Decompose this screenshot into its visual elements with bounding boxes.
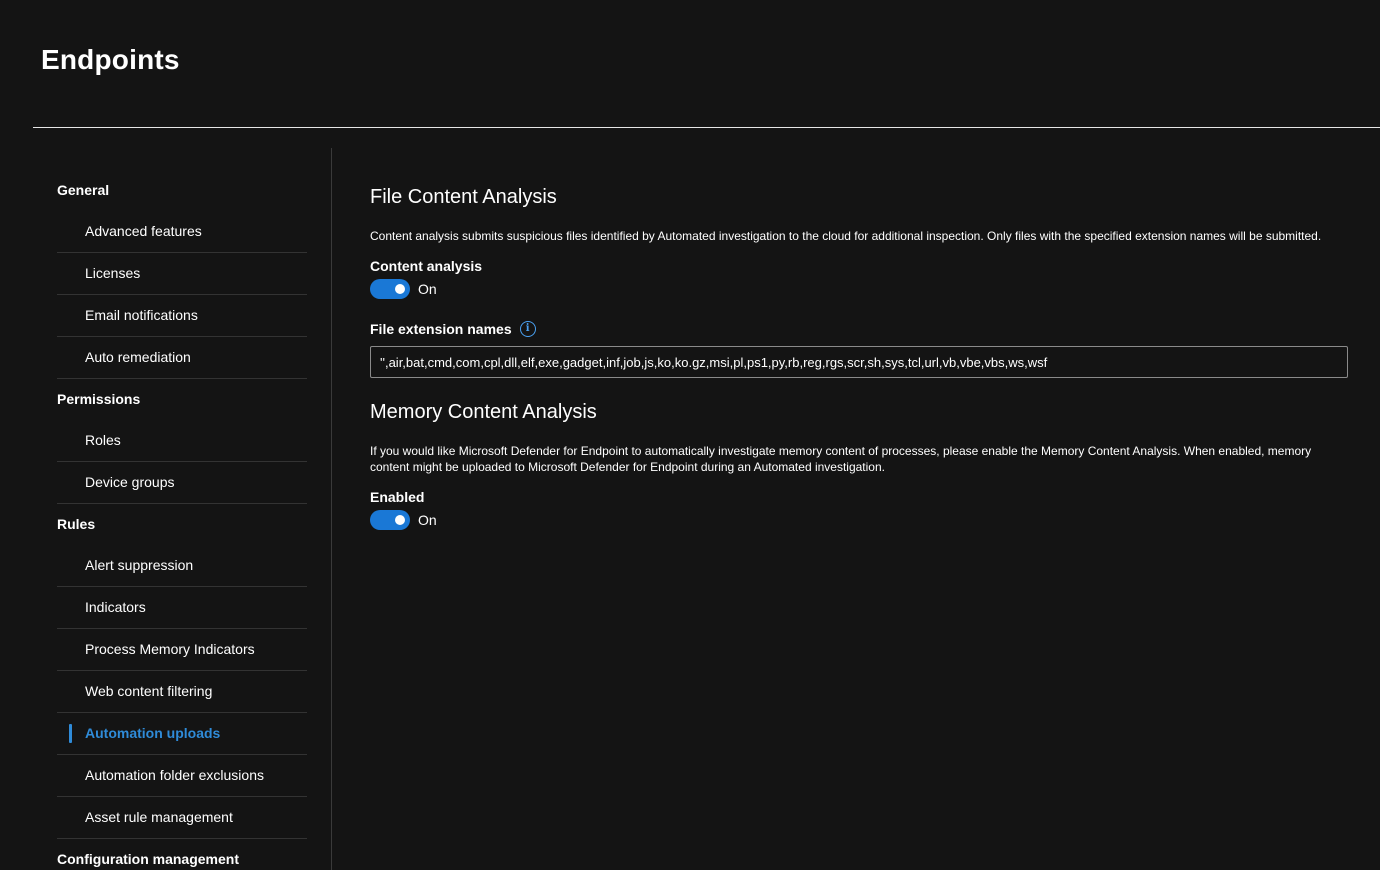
file-content-analysis-description: Content analysis submits suspicious file… — [370, 229, 1322, 243]
sidebar-item-roles[interactable]: Roles — [57, 420, 307, 462]
sidebar-item-label: Automation uploads — [85, 725, 221, 741]
toggle-knob — [395, 284, 405, 294]
content-analysis-toggle[interactable] — [370, 279, 410, 299]
nav-group-general: General — [57, 182, 110, 198]
info-icon[interactable]: i — [519, 321, 536, 337]
memory-enabled-toggle-row: On — [370, 509, 1350, 531]
sidebar-item-automation-uploads[interactable]: Automation uploads — [57, 713, 307, 755]
file-extension-names-label-row: File extension names i — [370, 320, 1350, 338]
header-divider — [33, 127, 1380, 128]
file-content-analysis-title: File Content Analysis — [370, 186, 557, 208]
memory-enabled-toggle-state: On — [418, 512, 437, 528]
sidebar-item-web-content-filtering[interactable]: Web content filtering — [57, 671, 307, 713]
content-analysis-toggle-state: On — [418, 281, 437, 297]
memory-content-analysis-title: Memory Content Analysis — [370, 401, 597, 423]
settings-page: Endpoints General Advanced features Lice… — [0, 0, 1380, 870]
sidebar-item-device-groups[interactable]: Device groups — [57, 462, 307, 504]
memory-enabled-label: Enabled — [370, 489, 425, 505]
memory-content-analysis-description: If you would like Microsoft Defender for… — [370, 444, 1312, 474]
sidebar-item-asset-rule-management[interactable]: Asset rule management — [57, 797, 307, 839]
sidebar-item-indicators[interactable]: Indicators — [57, 587, 307, 629]
sidebar-item-email-notifications[interactable]: Email notifications — [57, 295, 307, 337]
sidebar-divider — [331, 148, 332, 870]
nav-group-rules: Rules — [57, 516, 96, 532]
nav-group-configuration-management: Configuration management — [57, 851, 240, 867]
nav-group-permissions: Permissions — [57, 391, 141, 407]
sidebar-item-automation-folder-exclusions[interactable]: Automation folder exclusions — [57, 755, 307, 797]
file-extension-names-input[interactable] — [370, 346, 1348, 378]
sidebar-item-alert-suppression[interactable]: Alert suppression — [57, 545, 307, 587]
content-analysis-toggle-row: On — [370, 278, 1350, 300]
active-indicator — [69, 724, 72, 743]
toggle-knob — [395, 515, 405, 525]
main-content: File Content Analysis Content analysis s… — [370, 183, 1350, 531]
file-extension-names-label: File extension names — [370, 321, 512, 337]
sidebar-item-process-memory-indicators[interactable]: Process Memory Indicators — [57, 629, 307, 671]
sidebar-item-licenses[interactable]: Licenses — [57, 253, 307, 295]
sidebar-item-auto-remediation[interactable]: Auto remediation — [57, 337, 307, 379]
memory-enabled-toggle[interactable] — [370, 510, 410, 530]
sidebar-item-advanced-features[interactable]: Advanced features — [57, 211, 307, 253]
settings-sidebar: General Advanced features Licenses Email… — [57, 170, 307, 870]
content-analysis-label: Content analysis — [370, 258, 483, 274]
page-title: Endpoints — [41, 44, 180, 75]
